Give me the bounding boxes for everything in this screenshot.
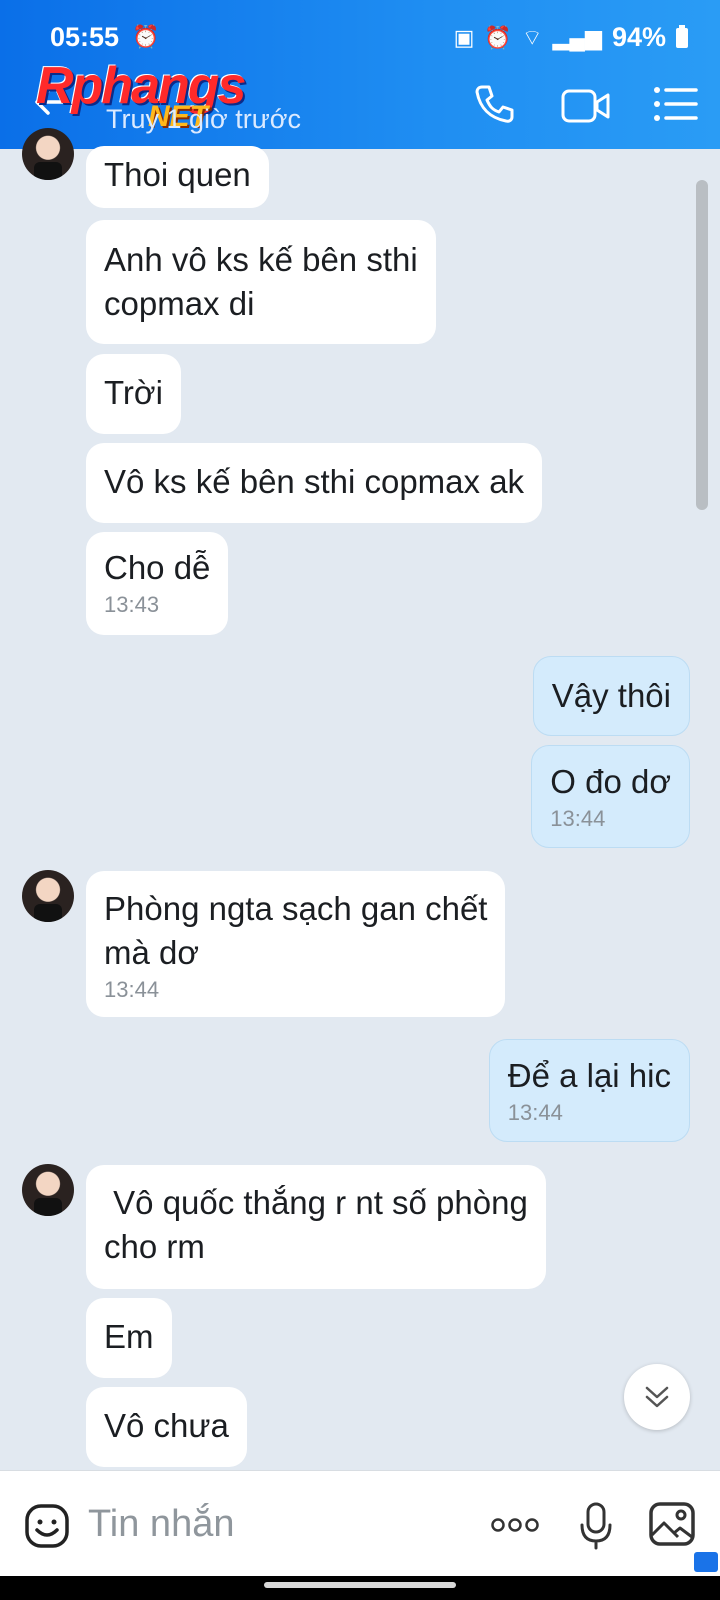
alarm-icon: ⏰ (132, 24, 160, 49)
microphone-icon[interactable] (578, 1501, 614, 1551)
wifi-icon: ⌔ (521, 24, 543, 50)
contact-avatar[interactable] (22, 870, 74, 922)
message-bubble-outgoing[interactable]: O đo dơ 13:44 (531, 745, 690, 848)
message-text: Anh vô ks kế bên sthi copmax di (104, 241, 418, 322)
scroll-down-button[interactable] (624, 1364, 690, 1430)
contact-avatar[interactable] (22, 1164, 74, 1216)
message-input-bar (0, 1470, 720, 1577)
message-text: Trời (104, 374, 163, 411)
message-bubble-incoming[interactable]: Em (86, 1298, 172, 1378)
message-time: 13:44 (507, 1100, 563, 1125)
system-navigation-bar (0, 1576, 720, 1600)
video-camera-icon[interactable] (560, 86, 612, 126)
message-text: Cho dễ (104, 549, 211, 586)
contact-avatar[interactable] (22, 128, 74, 180)
message-time: 13:44 (550, 806, 606, 831)
signal-icon: ▂▄▆ (552, 24, 602, 50)
emoji-icon[interactable] (24, 1503, 70, 1549)
message-bubble-incoming[interactable]: Trời (86, 354, 181, 434)
status-time: 05:55 (50, 22, 120, 52)
image-icon[interactable] (648, 1501, 696, 1547)
message-bubble-incoming[interactable]: Vô ks kế bên sthi copmax ak (86, 443, 543, 523)
phone-icon[interactable] (472, 82, 516, 126)
message-bubble-incoming[interactable]: Thoi quen (86, 146, 269, 208)
message-bubble-outgoing[interactable]: Để a lại hic 13:44 (488, 1039, 690, 1142)
message-bubble-incoming[interactable]: Cho dễ 13:43 (86, 532, 229, 635)
message-bubble-incoming[interactable]: Anh vô ks kế bên sthi copmax di (86, 220, 436, 344)
message-text: Để a lại hic (507, 1057, 671, 1094)
message-text: O đo dơ (550, 763, 671, 800)
message-text: Vô chưa (104, 1407, 229, 1444)
list-menu-icon[interactable] (652, 84, 700, 124)
message-text: Phòng ngta sạch gan chết mà dơ (104, 890, 488, 971)
last-seen-status: Truy 1 giờ trước (106, 104, 302, 134)
message-text: Em (104, 1318, 154, 1355)
notification-icon: ▣ (453, 24, 475, 50)
message-bubble-incoming[interactable]: Vô chưa (86, 1387, 247, 1467)
message-bubble-incoming[interactable]: Vô quốc thắng r nt số phòng cho rm (86, 1165, 546, 1289)
message-text: Vô ks kế bên sthi copmax ak (104, 463, 525, 500)
message-bubble-incoming[interactable]: Phòng ngta sạch gan chết mà dơ 13:44 (86, 871, 506, 1017)
more-dots-icon[interactable] (490, 1515, 540, 1535)
message-text: Vô quốc thắng r nt số phòng cho rm (104, 1184, 528, 1265)
double-chevron-down-icon (645, 1386, 669, 1408)
message-bubble-outgoing[interactable]: Vậy thôi (532, 656, 690, 736)
message-text: Vậy thôi (551, 677, 671, 714)
message-time: 13:44 (104, 977, 160, 1002)
message-text: Thoi quen (104, 156, 251, 193)
message-time: 13:43 (104, 592, 160, 617)
status-indicators: ▣ ⏰ ⌔ ▂▄▆ 94% (454, 22, 688, 53)
home-indicator[interactable] (264, 1582, 456, 1588)
scrollbar[interactable] (696, 180, 708, 510)
alarm-icon: ⏰ (484, 24, 512, 50)
battery-icon (676, 24, 688, 48)
folder-badge-icon (694, 1552, 718, 1572)
header-bar: 05:55 ⏰ ▣ ⏰ ⌔ ▂▄▆ 94% Rphangs NET Truy 1… (0, 0, 720, 149)
message-input[interactable] (86, 1493, 450, 1555)
battery-level: 94% (611, 22, 666, 52)
